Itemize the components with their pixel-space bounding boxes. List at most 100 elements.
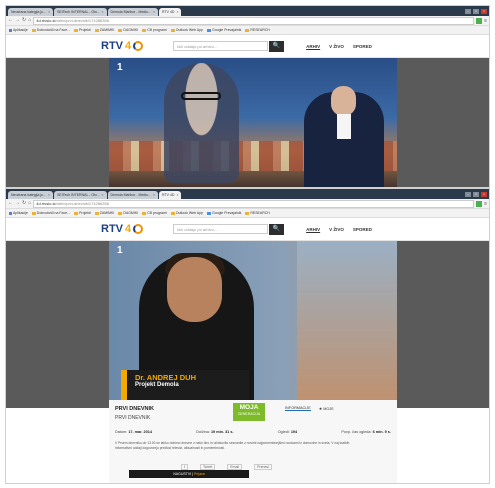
home-icon[interactable]: ⌂ [28,16,31,25]
bookmark-item[interactable]: Projekti [74,211,91,215]
tab-informacije[interactable]: INFORMACIJE [285,406,311,411]
bookmark-item[interactable]: ZAMIMKI [94,28,114,32]
bookmark-label: ZAMIMKI [99,211,115,215]
logo-number: 4 [125,223,132,235]
player-stage: 1 [6,58,489,187]
browser-tabstrip: Neodrana kategija ju... × SEITech INTERNA… [6,189,489,199]
extension-icon[interactable] [476,200,483,207]
video-player[interactable]: 1 Dr. ANDREJ DUH Projekt Demola [109,241,397,408]
tab-moje[interactable]: ★ MOJE [319,406,334,411]
back-icon[interactable]: ← [8,16,13,25]
bookmark-label: CB programi [147,211,167,215]
browser-tab[interactable]: Demola Maribor - Mediu... × [107,8,159,16]
menu-icon[interactable]: ≡ [484,201,487,207]
menu-icon[interactable]: ≡ [484,18,487,24]
rtv4-logo[interactable]: RTV 4 [101,223,144,235]
moja-generacija-badge[interactable]: MOJA GENERACIJA [233,403,265,421]
bookmark-item[interactable]: RESEARCH [245,211,270,215]
browser-tab[interactable]: Neodrana kategija ju... × [8,191,54,199]
badge-sub: GENERACIJA [237,412,261,416]
bookmark-item[interactable]: CB programi [142,211,167,215]
reload-icon[interactable]: ↻ [22,16,26,25]
bookmark-item[interactable]: DAGMIKI [118,28,138,32]
bookmark-label: Dobrodošli na Face... [36,28,71,32]
overlay-link[interactable]: Prijava [194,472,205,476]
login-prompt[interactable]: NAGUSTVI | Prijava [129,470,249,478]
minimize-icon[interactable]: – [465,191,471,197]
bookmark-item[interactable]: Projekti [74,28,91,32]
extension-icon[interactable] [476,17,483,24]
search-input[interactable]: Išči oddajo po arhivu... [173,224,269,234]
back-icon[interactable]: ← [8,199,13,208]
show-description: V Prvem dnevniku ob 13.00 se lahko dobim… [115,441,350,450]
browser-tab[interactable]: SEITech INTERNAL - Otv... × [54,191,107,199]
bookmark-item[interactable]: Google Prevajalnik [206,211,241,215]
close-icon[interactable]: × [48,191,50,199]
browser-tabstrip: Neodrana kategija ju... × SEITech INTERNA… [6,6,489,16]
forward-icon[interactable]: → [15,16,20,25]
download-button[interactable]: Prenesi [254,464,272,470]
nav-v-zivo[interactable]: V ŽIVO [329,44,344,49]
search-button[interactable]: 🔍 [269,40,285,52]
rtv4-logo[interactable]: RTV 4 [101,40,144,52]
nav-arhiv[interactable]: ARHIV [306,44,320,49]
home-icon[interactable]: ⌂ [28,199,31,208]
browser-tab[interactable]: Demola Maribor - Mediu... × [107,191,159,199]
url-host: 4d.rtvslo.si [36,17,56,23]
bookmark-item[interactable]: Aplikacije [9,211,28,215]
browser-tab[interactable]: SEITech INTERNAL - Otv... × [54,8,107,16]
bookmark-label: Outlook Web App [175,28,203,32]
lower-third-caption: Dr. ANDREJ DUH Projekt Demola [121,370,249,400]
show-title: PRVI DNEVNIK [115,406,155,412]
close-icon[interactable]: × [48,8,50,16]
close-window-icon[interactable]: × [481,191,487,197]
bookmark-label: DAGMIKI [123,28,139,32]
browser-tab-active[interactable]: RTV 4D × [159,8,182,16]
nav-arhiv[interactable]: ARHIV [306,227,320,232]
folder-icon [74,28,79,32]
bookmark-item[interactable]: RESEARCH [245,28,270,32]
bookmark-label: RESEARCH [250,211,270,215]
maximize-icon[interactable]: □ [473,8,479,14]
nav-spored[interactable]: SPORED [353,44,372,49]
bookmark-item[interactable]: DAGMIKI [118,211,138,215]
site-header: RTV 4 Išči oddajo po arhivu... 🔍 ARHIV V … [6,35,489,58]
nav-spored[interactable]: SPORED [353,227,372,232]
bookmark-item[interactable]: Dobrodošli na Face... [31,28,71,32]
window-controls: – □ × [465,191,489,197]
reload-icon[interactable]: ↻ [22,199,26,208]
browser-tab-active[interactable]: RTV 4D × [159,191,182,199]
close-icon[interactable]: × [101,191,103,199]
close-icon[interactable]: × [176,191,178,199]
video-player[interactable]: 1 [109,58,397,187]
bookmark-item[interactable]: Aplikacije [9,28,28,32]
bookmark-item[interactable]: ZAMIMKI [94,211,115,215]
bookmark-item[interactable]: Google Prevajalnik [206,28,241,32]
folder-icon [170,28,175,32]
guest-face [167,257,222,322]
bookmark-item[interactable]: CB programi [142,28,167,32]
forward-icon[interactable]: → [15,199,20,208]
browser-tab[interactable]: Neodrana kategija ju... × [8,8,54,16]
url-field[interactable]: 4d.rtvslo.si/arhiv/prvi-dnevnik/17428635… [33,199,475,208]
nav-v-zivo[interactable]: V ŽIVO [329,227,344,232]
search-input[interactable]: Išči oddajo po arhivu... [173,41,269,51]
maximize-icon[interactable]: □ [473,191,479,197]
url-field[interactable]: 4d.rtvslo.si/arhiv/prvi-dnevnik/17428635… [33,16,475,25]
google-icon [206,28,211,32]
bookmark-item[interactable]: Dobrodošli na Face... [31,211,70,215]
minimize-icon[interactable]: – [465,8,471,14]
anchor-shirt [337,114,351,139]
search-button[interactable]: 🔍 [269,223,285,235]
background-portrait [164,63,239,183]
close-icon[interactable]: × [153,8,155,16]
window-controls: – □ × [465,8,489,14]
close-icon[interactable]: × [176,8,178,16]
close-icon[interactable]: × [153,191,155,199]
tab-label: Neodrana kategija ju... [11,10,47,14]
bookmark-item[interactable]: Outlook Web App [170,28,203,32]
close-window-icon[interactable]: × [481,8,487,14]
bookmark-item[interactable]: Outlook Web App [170,211,203,215]
close-icon[interactable]: × [101,8,103,16]
logo-number: 4 [125,40,132,52]
